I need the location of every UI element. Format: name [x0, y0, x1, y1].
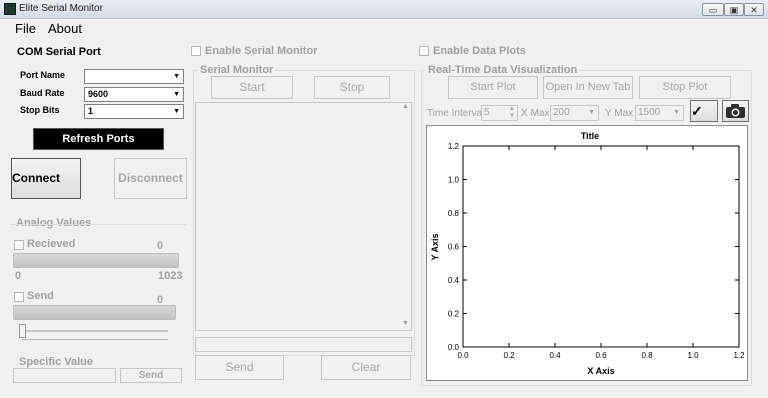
xmax-value: 200 [553, 107, 570, 118]
menu-about[interactable]: About [48, 21, 82, 36]
port-name-label: Port Name [20, 70, 66, 80]
enable-serial-label: Enable Serial Monitor [205, 45, 318, 57]
y-tick-label: 1.2 [448, 142, 460, 151]
maximize-button[interactable]: ▣ [724, 3, 744, 16]
minimize-icon: ▭ [708, 5, 718, 15]
window-title: Elite Serial Monitor [19, 3, 103, 14]
specific-send-button[interactable]: Send [120, 368, 182, 383]
port-name-select[interactable]: ▼ [84, 69, 184, 84]
received-max-label: 1023 [158, 270, 183, 282]
stop-bits-label: Stop Bits [20, 105, 60, 115]
scroll-down-icon[interactable]: ▼ [402, 320, 409, 327]
chart-panel: Title 0.0 0.2 0.4 0.6 0.8 1.0 1.2 0.0 0.2 0.4 0.6… [426, 125, 748, 381]
analog-divider [10, 224, 186, 225]
chart-title: Title [581, 131, 599, 141]
y-tick-label: 0.4 [448, 276, 460, 285]
disconnect-button[interactable]: Disconnect [114, 158, 187, 199]
baud-rate-label: Baud Rate [20, 88, 65, 98]
scroll-up-icon[interactable]: ▲ [402, 103, 409, 110]
start-plot-button[interactable]: Start Plot [448, 76, 538, 99]
y-tick-label: 0.0 [448, 343, 460, 352]
stepper-arrows-icon[interactable]: ▲ ▼ [509, 106, 515, 120]
serial-start-button[interactable]: Start [211, 76, 293, 99]
x-tick-label: 0.0 [457, 351, 469, 360]
ymax-label: Y Max [605, 108, 634, 119]
chevron-down-icon: ▼ [173, 91, 180, 98]
x-tick-label: 0.4 [549, 351, 561, 360]
x-axis-label: X Axis [587, 366, 614, 376]
chevron-down-icon: ▼ [588, 109, 595, 116]
refresh-ports-button[interactable]: Refresh Ports [33, 128, 164, 150]
y-tick-label: 1.0 [448, 176, 460, 185]
app-icon [4, 3, 16, 15]
apply-button[interactable]: ✓ [690, 100, 718, 122]
received-progress-bar [13, 253, 179, 268]
stop-bits-value: 1 [88, 106, 94, 116]
x-tick-label: 0.2 [503, 351, 515, 360]
chart: Title 0.0 0.2 0.4 0.6 0.8 1.0 1.2 0.0 0.2 0.4 0.6… [430, 131, 745, 376]
enable-serial-checkbox[interactable] [191, 46, 201, 56]
y-axis-label: Y Axis [430, 233, 440, 260]
chevron-down-icon: ▼ [673, 109, 680, 116]
close-button[interactable]: ✕ [744, 3, 764, 16]
x-tick-label: 0.8 [641, 351, 653, 360]
serial-monitor-heading: Serial Monitor [198, 64, 276, 76]
serial-clear-button[interactable]: Clear [321, 355, 411, 380]
snapshot-button[interactable] [722, 100, 749, 122]
analog-values-heading: Analog Values [16, 217, 92, 229]
received-checkbox[interactable] [14, 240, 24, 250]
send-slider-track [22, 330, 168, 332]
send-progress-bar [13, 305, 176, 320]
title-bar [0, 0, 768, 19]
maximize-icon: ▣ [729, 5, 739, 15]
menu-file[interactable]: File [15, 21, 36, 36]
close-icon: ✕ [750, 5, 758, 15]
chevron-down-icon: ▼ [173, 73, 180, 80]
time-interval-stepper[interactable]: 5 ▲ ▼ [481, 105, 518, 121]
xmax-label: X Max [521, 108, 550, 119]
received-min-label: 0 [15, 270, 22, 282]
received-label: Recieved [27, 238, 76, 250]
serial-send-input[interactable] [195, 337, 412, 352]
time-interval-value: 5 [484, 107, 490, 118]
received-value: 0 [157, 240, 164, 252]
baud-rate-select[interactable]: 9600 ▼ [84, 87, 184, 102]
x-tick-label: 1.2 [733, 351, 745, 360]
minimize-button[interactable]: ▭ [702, 3, 724, 16]
y-tick-label: 0.8 [448, 209, 460, 218]
slider-tick-line [22, 339, 168, 340]
xmax-select[interactable]: 200 ▼ [550, 105, 599, 121]
connect-button[interactable]: Connect [11, 158, 81, 199]
stop-plot-button[interactable]: Stop Plot [639, 76, 731, 99]
open-new-tab-button[interactable]: Open In New Tab [543, 76, 633, 99]
send-checkbox[interactable] [14, 292, 24, 302]
baud-rate-value: 9600 [88, 89, 109, 99]
serial-output-textarea[interactable] [195, 102, 412, 331]
ymax-select[interactable]: 1500 ▼ [635, 105, 684, 121]
stop-bits-select[interactable]: 1 ▼ [84, 104, 184, 119]
y-tick-label: 0.2 [448, 310, 460, 319]
com-port-heading: COM Serial Port [17, 46, 101, 58]
check-icon: ✓ [691, 103, 703, 119]
x-tick-label: 0.6 [595, 351, 607, 360]
enable-plots-checkbox[interactable] [419, 46, 429, 56]
time-interval-label: Time Interval [427, 108, 485, 119]
enable-plots-label: Enable Data Plots [433, 45, 526, 57]
chevron-down-icon: ▼ [173, 108, 180, 115]
specific-value-heading: Specific Value [19, 356, 93, 368]
camera-icon [726, 104, 745, 118]
send-label: Send [27, 290, 54, 302]
serial-send-button[interactable]: Send [195, 355, 284, 380]
specific-value-input[interactable] [13, 368, 116, 383]
x-tick-label: 1.0 [687, 351, 699, 360]
serial-stop-button[interactable]: Stop [314, 76, 390, 99]
y-tick-label: 0.6 [448, 243, 460, 252]
ymax-value: 1500 [638, 107, 661, 118]
plot-area [462, 145, 740, 348]
serial-output-scrollbar[interactable]: ▲ ▼ [400, 103, 411, 330]
send-slider-thumb[interactable] [19, 324, 26, 338]
plots-heading: Real-Time Data Visualization [426, 64, 580, 76]
